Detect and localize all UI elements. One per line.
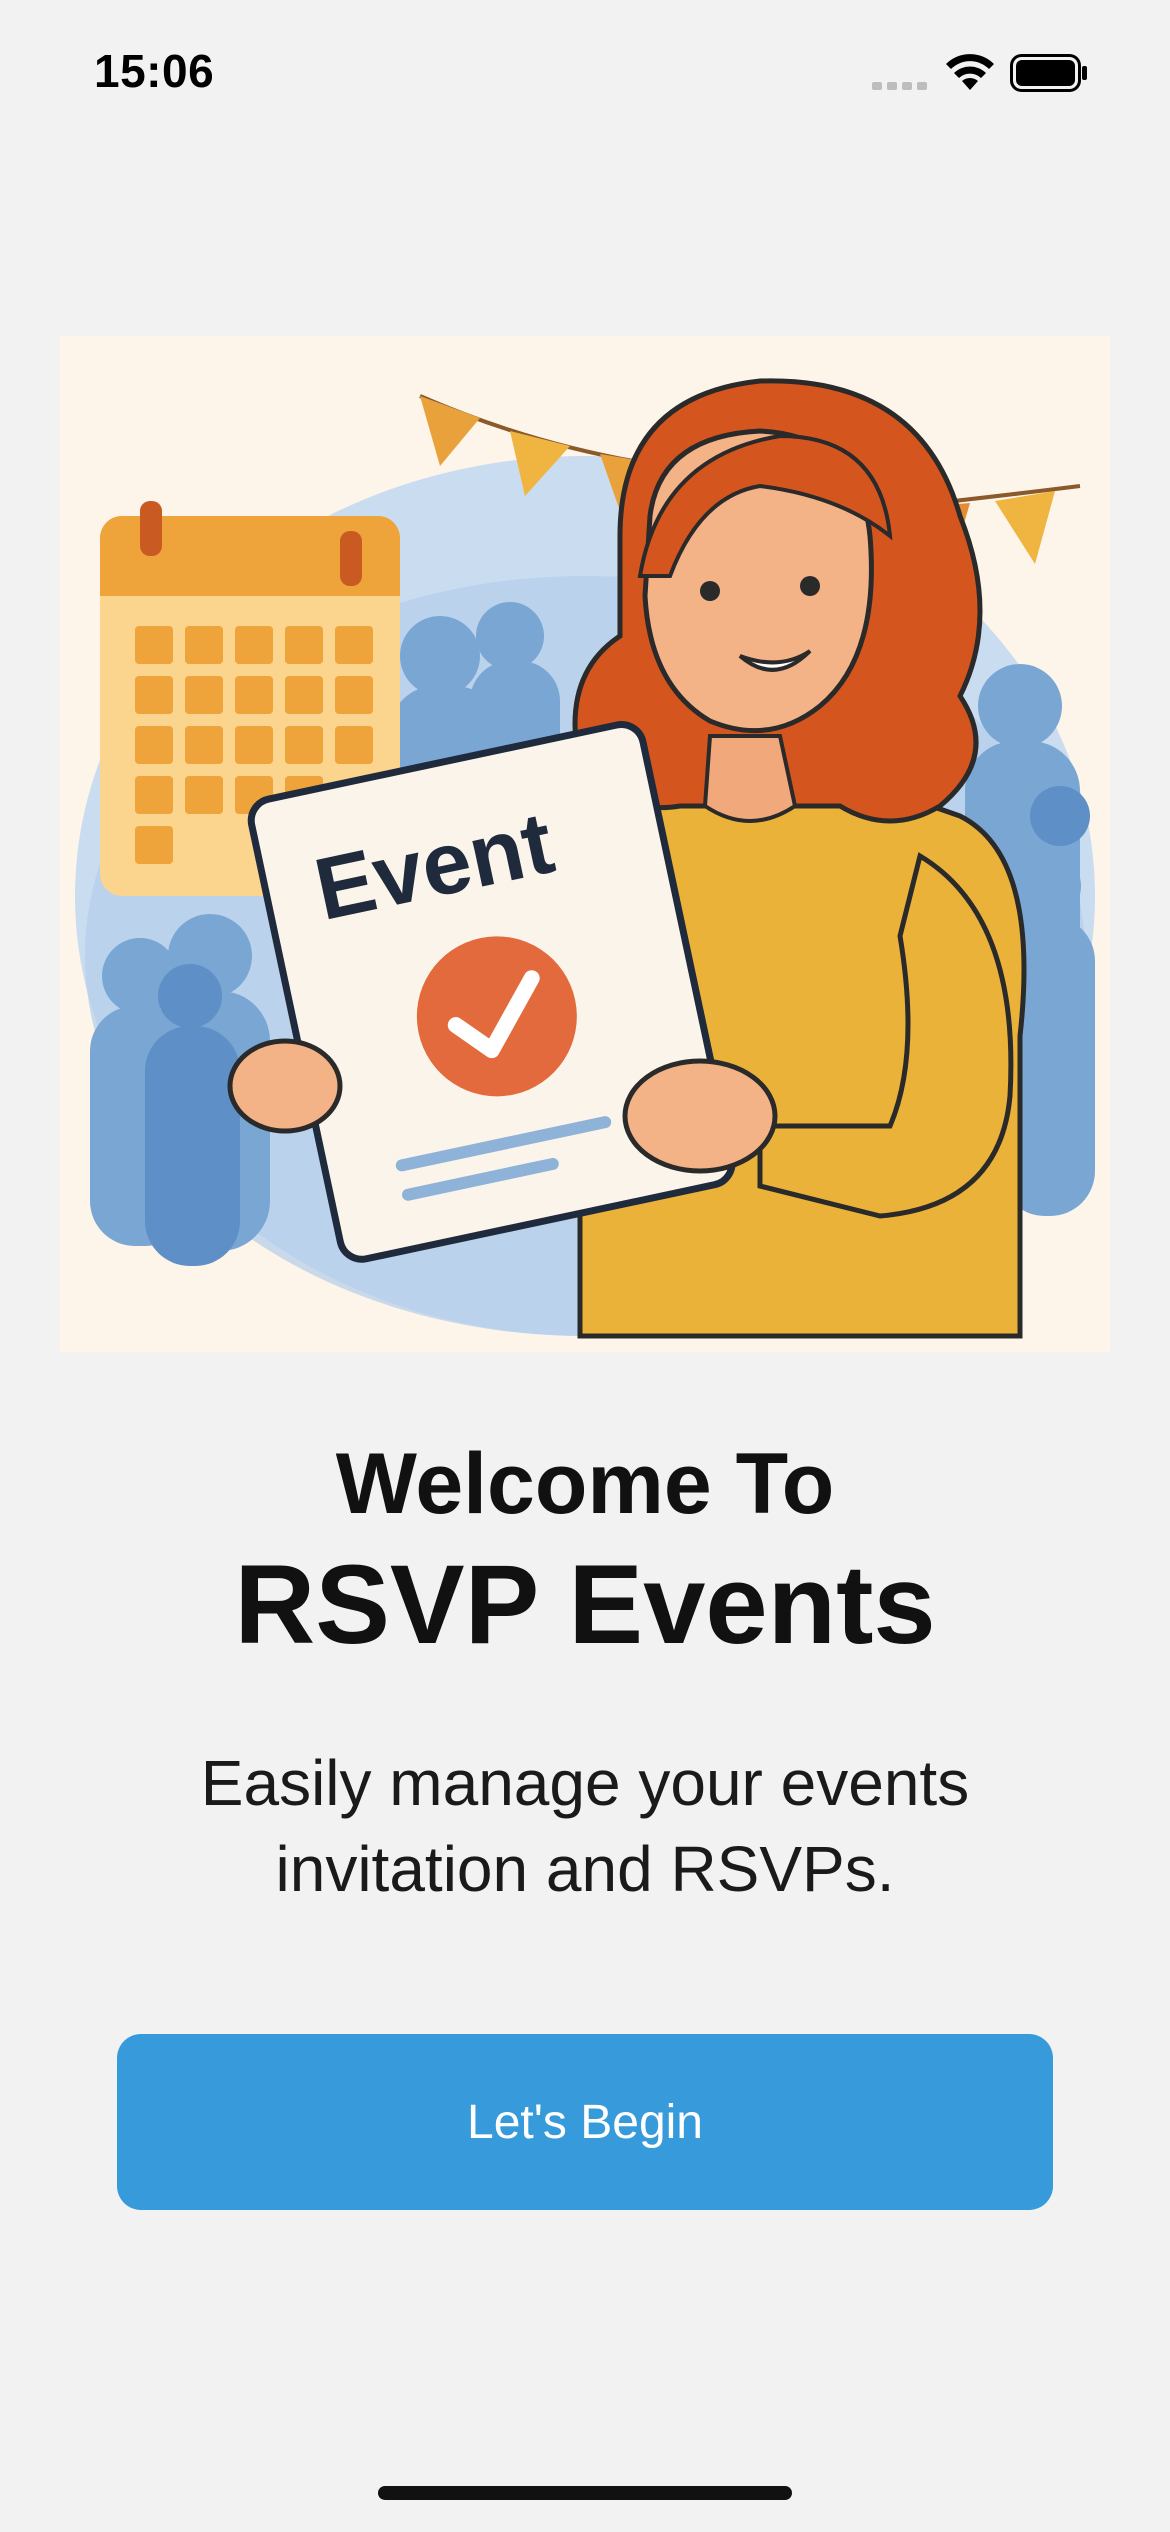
welcome-heading: Welcome To xyxy=(335,1436,835,1532)
status-time: 15:06 xyxy=(94,45,215,97)
event-rsvp-illustration: Event xyxy=(60,336,1110,1352)
welcome-description: Easily manage your events invitation and… xyxy=(200,1747,970,1905)
signal-icon xyxy=(872,82,927,90)
status-icons xyxy=(872,50,1112,100)
battery-icon xyxy=(1010,54,1087,92)
lets-begin-button[interactable]: Let's Begin xyxy=(117,2034,1053,2210)
app-name-title: RSVP Events xyxy=(234,1542,936,1667)
wifi-icon xyxy=(946,54,994,90)
home-indicator[interactable] xyxy=(378,2486,792,2500)
status-bar: 15:06 xyxy=(0,0,1170,150)
illustration-svg: Event xyxy=(60,336,1110,1352)
